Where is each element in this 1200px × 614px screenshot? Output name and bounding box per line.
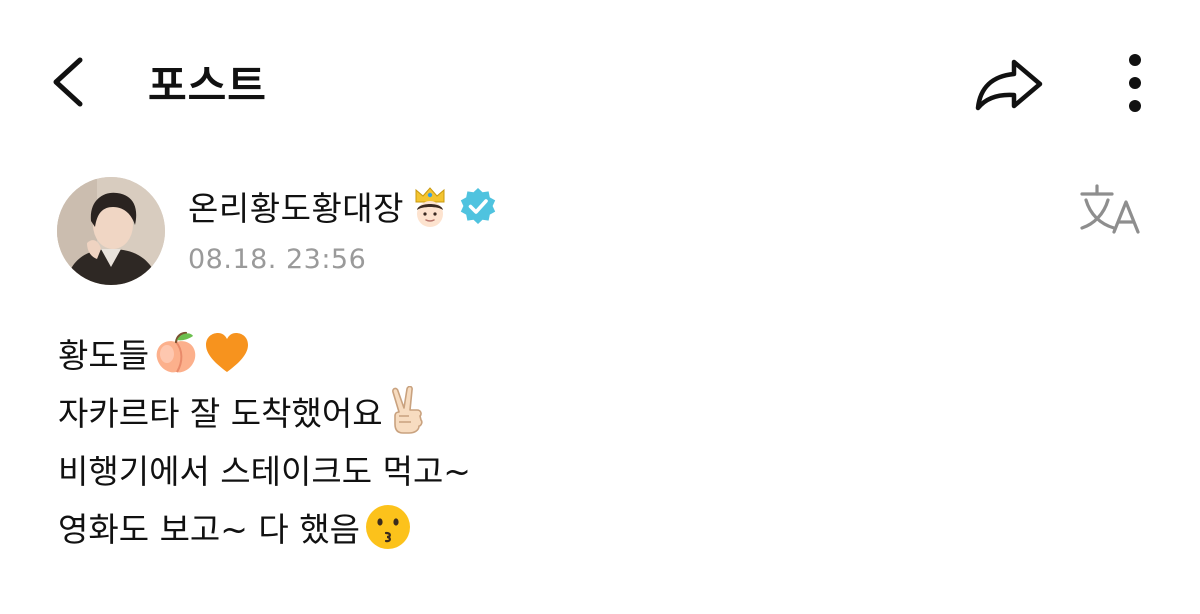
translate-icon [1080,184,1140,234]
avatar[interactable] [57,177,165,285]
top-app-bar: 포스트 [0,0,1200,165]
peach-emoji [156,331,196,373]
post-line-4-text: 영화도 보고~ 다 했음 [58,510,360,549]
post-line-4: 영화도 보고~ 다 했음 [58,498,1138,556]
share-arrow-icon [975,59,1043,111]
post-body: 황도들 자카르타 잘 도착했어요 비행기에서 스테이크도 먹고~ 영화도 보고~… [58,324,1138,556]
post-line-1: 황도들 [58,324,1138,382]
back-button[interactable] [38,50,98,114]
profile-photo [57,177,165,285]
victory-hand-emoji [391,386,423,434]
post-timestamp: 08.18. 23:56 [188,244,367,275]
author-name[interactable]: 온리황도황대장 [188,182,404,230]
verified-badge-icon [460,188,496,224]
post-line-3: 비행기에서 스테이크도 먹고~ [58,440,1138,498]
kissing-face-emoji [366,505,410,549]
post-line-3-text: 비행기에서 스테이크도 먹고~ [58,452,471,491]
crown-prince-emoji [415,187,445,227]
more-vertical-icon [1129,54,1141,112]
share-button[interactable] [968,52,1048,116]
chevron-left-icon [53,57,83,107]
orange-heart-emoji [206,333,249,372]
more-options-button[interactable] [1112,50,1158,116]
translate-button[interactable] [1076,180,1146,240]
page-title: 포스트 [148,61,267,110]
author-row: 온리황도황대장 [188,180,498,232]
post-line-1-text: 황도들 [58,336,150,375]
post-line-2-text: 자카르타 잘 도착했어요 [58,394,383,433]
post-line-2: 자카르타 잘 도착했어요 [58,382,1138,440]
